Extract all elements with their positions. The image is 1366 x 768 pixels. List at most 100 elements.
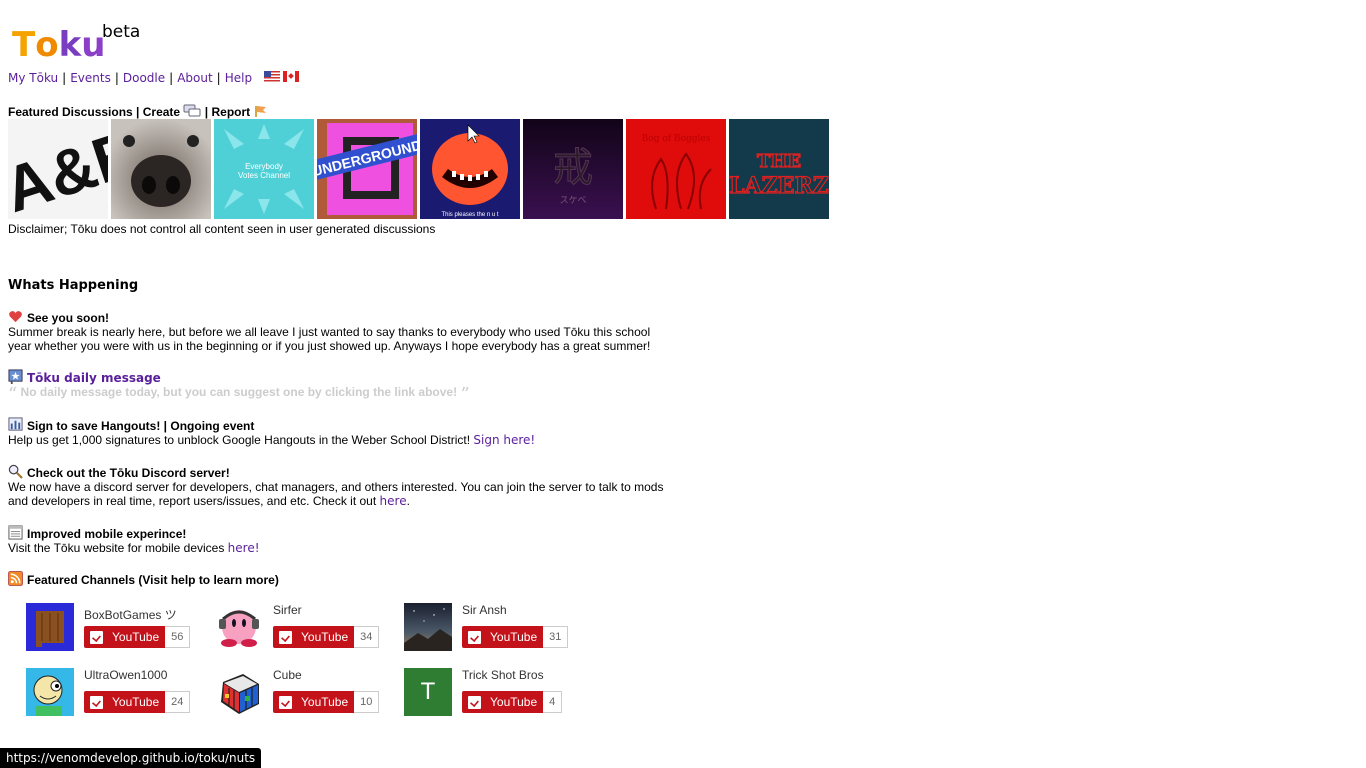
subscriber-count: 31 [543,626,569,648]
logo-letter: o [35,25,59,65]
subscriber-count: 10 [354,691,380,713]
thumbnail-sukebe[interactable]: 戒スケベ [523,119,623,219]
main-nav: My Tōku | Events | Doodle | About | Help [8,71,299,85]
youtube-label: YouTube [301,630,349,644]
news-body: Help us get 1,000 signatures to unblock … [8,433,471,447]
whats-happening-heading: Whats Happening [8,278,139,293]
heart-icon [9,311,22,323]
youtube-check-icon [279,695,292,709]
svg-text:Everybody: Everybody [245,162,283,171]
bar-chart-icon [8,417,23,431]
youtube-subscribe-button[interactable]: YouTube 34 [273,626,380,648]
subscriber-count: 24 [165,691,191,713]
thumbnail-bog[interactable]: Bog of Boggles [626,119,726,219]
youtube-label: YouTube [301,695,349,709]
create-link[interactable]: Create [143,105,180,119]
mobile-here-link[interactable]: here! [228,541,260,555]
news-title: Check out the Tōku Discord server! [27,466,230,480]
news-body: Visit the Tōku website for mobile device… [8,541,225,555]
thumbnail-ae[interactable]: A&E [8,119,108,219]
news-title: See you soon! [27,311,110,325]
youtube-check-icon [90,695,103,709]
magnifier-icon [8,464,23,479]
thumbnail-this-pleases[interactable]: This pleases the n u t [420,119,520,219]
news-discord: Check out the Tōku Discord server! We no… [8,464,668,508]
youtube-check-icon [468,630,481,644]
channel-avatar[interactable] [215,603,263,651]
svg-text:Votes Channel: Votes Channel [238,171,290,180]
beta-label: beta [102,22,141,42]
daily-quote: No daily message today, but you can sugg… [20,385,458,399]
chat-bubbles-icon[interactable] [183,104,201,118]
svg-text:THE: THE [757,151,801,172]
news-hangouts: Sign to save Hangouts! | Ongoing event H… [8,417,668,447]
nav-about[interactable]: About [177,71,212,85]
status-bar-url: https://venomdevelop.github.io/toku/nuts [0,748,262,768]
news-body: We now have a discord server for develop… [8,480,664,508]
period: . [406,494,410,508]
youtube-subscribe-button[interactable]: YouTube 24 [84,691,191,713]
nav-my-toku[interactable]: My Tōku [8,71,58,85]
logo-letter: k [58,25,82,65]
youtube-subscribe-button[interactable]: YouTube 31 [462,626,569,648]
thumbnail-lazerz[interactable]: THE LAZERZ [729,119,829,219]
svg-text:This pleases the n u t: This pleases the n u t [441,212,498,218]
subscriber-count: 4 [543,691,563,713]
youtube-subscribe-button[interactable]: YouTube 4 [462,691,563,713]
youtube-label: YouTube [112,695,160,709]
channel-name[interactable]: BoxBotGames ツ [84,606,177,623]
subscriber-count: 56 [165,626,191,648]
logo-letter: T [12,25,36,65]
disclaimer: Disclaimer; Tōku does not control all co… [8,222,436,236]
discord-here-link[interactable]: here [380,494,407,508]
channel-avatar[interactable]: T [404,668,452,716]
youtube-label: YouTube [490,695,538,709]
open-quote-icon: “ [8,384,18,405]
channels-title: Featured Channels (Visit help to learn m… [27,573,279,587]
svg-text:戒: 戒 [553,145,593,191]
featured-discussions-header: Featured Discussions | Create | Report [8,104,268,119]
news-title: Sign to save Hangouts! | Ongoing event [27,419,255,433]
svg-text:スケベ: スケベ [560,195,587,206]
channel-name[interactable]: Cube [273,668,302,682]
channel-name[interactable]: Sir Ansh [462,603,507,617]
channel-avatar[interactable] [26,603,74,651]
canada-flag-icon[interactable] [282,71,299,82]
youtube-label: YouTube [112,630,160,644]
thumbnail-dog-nose[interactable] [111,119,211,219]
avatar-initial: T [420,678,436,705]
thumbnail-everybody-votes[interactable]: Everybody Votes Channel [214,119,314,219]
channel-avatar[interactable] [26,668,74,716]
youtube-subscribe-button[interactable]: YouTube 10 [273,691,380,713]
youtube-check-icon [90,630,103,644]
news-see-you-soon: See you soon! Summer break is nearly her… [8,309,668,353]
featured-channels-heading: Featured Channels (Visit help to learn m… [8,571,668,587]
subscriber-count: 34 [354,626,380,648]
daily-message-link[interactable]: Tōku daily message [27,371,161,385]
news-body: Summer break is nearly here, but before … [8,325,651,353]
nav-doodle[interactable]: Doodle [123,71,165,85]
featured-title: Featured Discussions [8,105,133,119]
news-mobile: Improved mobile experince! Visit the Tōk… [8,525,668,555]
sign-here-link[interactable]: Sign here! [473,433,535,447]
youtube-subscribe-button[interactable]: YouTube 56 [84,626,191,648]
channel-avatar[interactable] [215,668,263,716]
channel-avatar[interactable] [404,603,452,651]
us-flag-icon[interactable] [263,71,280,82]
channel-name[interactable]: Trick Shot Bros [462,668,544,682]
channel-name[interactable]: Sirfer [273,603,302,617]
news-daily-message: Tōku daily message “ No daily message to… [8,369,668,405]
news-title: Improved mobile experince! [27,527,187,541]
close-quote-icon: ” [460,384,470,405]
svg-text:Bog of Boggles: Bog of Boggles [642,134,711,144]
flag-report-icon[interactable] [254,104,268,118]
youtube-check-icon [468,695,481,709]
report-link[interactable]: Report [211,105,250,119]
star-board-icon [8,369,23,384]
channel-name[interactable]: UltraOwen1000 [84,668,167,682]
logo-text: Toku [12,28,105,62]
thumbnail-underground[interactable]: UNDERGROUND [317,119,417,219]
nav-events[interactable]: Events [70,71,111,85]
svg-text:LAZERZ: LAZERZ [729,173,829,199]
nav-help[interactable]: Help [225,71,252,85]
